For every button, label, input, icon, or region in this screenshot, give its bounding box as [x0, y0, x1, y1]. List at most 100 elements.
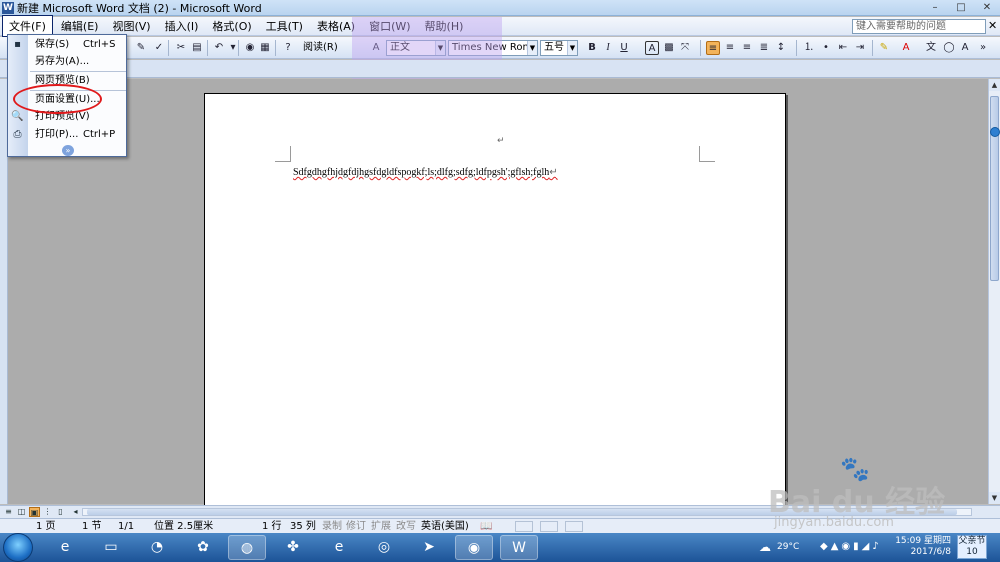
toolbar-options-icon[interactable]: »	[976, 41, 990, 55]
horizontal-scroll-track[interactable]	[82, 508, 972, 516]
calendar-badge[interactable]: 父亲节 10	[957, 535, 987, 559]
align-center-icon[interactable]: ≡	[723, 41, 737, 55]
print-layout-icon[interactable]: ▣	[29, 507, 40, 517]
window-title: 新建 Microsoft Word 文档 (2) - Microsoft Wor…	[17, 1, 262, 15]
document-body-text[interactable]: Sdfgdhgfhjdgfdjhgsfdgldfspogkf;ls;dlfg;s…	[293, 167, 558, 178]
wechat-icon[interactable]: ◉	[455, 535, 493, 560]
phonetic-guide-icon[interactable]: 文	[924, 41, 938, 55]
reading-mode-button[interactable]: 阅读(R)	[300, 40, 341, 56]
vertical-scrollbar[interactable]: ▲ ▼	[988, 79, 1000, 504]
styles-pane-icon[interactable]: A	[369, 41, 383, 55]
file-explorer-icon[interactable]: ▭	[92, 535, 130, 560]
browser-icon[interactable]: ◔	[138, 535, 176, 560]
word-taskbar-icon[interactable]: W	[500, 535, 538, 560]
outline-view-icon[interactable]: ⋮	[42, 507, 53, 517]
status-track-changes[interactable]: 修订	[346, 520, 366, 533]
menu-item-label: 网页预览(B)	[35, 75, 90, 86]
highlight-icon[interactable]: ✎	[877, 41, 891, 55]
font-value: Times New Roman	[452, 42, 538, 53]
menu-expand-icon[interactable]: »	[62, 145, 74, 156]
menu-item-print[interactable]: ⎙ 打印(P)... Ctrl+P	[8, 126, 126, 143]
status-overtype[interactable]: 改写	[396, 520, 416, 533]
undo-icon[interactable]: ↶	[212, 41, 226, 55]
menu-tools[interactable]: 工具(T)	[260, 16, 309, 36]
horizontal-scroll-thumb[interactable]	[87, 509, 957, 515]
start-button[interactable]	[3, 533, 33, 562]
menu-item-web-preview[interactable]: 网页预览(B)	[8, 72, 126, 89]
reading-view-icon[interactable]: ▯	[55, 507, 66, 517]
numbering-icon[interactable]: ⒈	[802, 41, 816, 55]
status-bar: 1 页 1 节 1/1 位置 2.5厘米 1 行 35 列 录制 修订 扩展 改…	[0, 518, 1000, 533]
ie-icon[interactable]: e	[46, 535, 84, 560]
help-close-icon[interactable]: ✕	[988, 19, 997, 32]
bullets-icon[interactable]: •	[819, 41, 833, 55]
font-color-button[interactable]: A	[899, 41, 913, 55]
messenger-icon[interactable]: ➤	[410, 535, 448, 560]
status-language[interactable]: 英语(美国)	[421, 520, 469, 533]
align-left-icon[interactable]: ≡	[706, 41, 720, 55]
maximize-button[interactable]: □	[948, 0, 974, 16]
table-icon[interactable]: ▦	[258, 41, 272, 55]
select-browse-object-icon[interactable]	[990, 127, 1000, 137]
font-size-select[interactable]: 五号 ▼	[540, 40, 578, 56]
cloud-app-icon[interactable]: ✤	[274, 535, 312, 560]
scrollbar-thumb[interactable]	[990, 96, 999, 281]
paragraph-mark: ↵	[549, 167, 558, 178]
web-view-icon[interactable]: ◫	[16, 507, 27, 517]
menu-item-page-setup[interactable]: 页面设置(U)...	[8, 91, 126, 108]
font-select[interactable]: Times New Roman ▼	[448, 40, 538, 56]
menu-insert[interactable]: 插入(I)	[159, 16, 205, 36]
spelling-icon[interactable]: ✓	[152, 41, 166, 55]
tray-icons[interactable]: ◆▲◉▮◢♪	[820, 541, 882, 552]
clock[interactable]: 15:09 星期四 2017/6/8	[895, 536, 951, 558]
menu-item-save-as[interactable]: 另存为(A)...	[8, 53, 126, 70]
hyperlink-icon[interactable]: ◉	[243, 41, 257, 55]
document-page[interactable]: ↵ Sdfgdhgfhjdgfdjhgsfdgldfspogkf;ls;dlfg…	[204, 93, 786, 506]
decrease-indent-icon[interactable]: ⇤	[836, 41, 850, 55]
char-border-button[interactable]: A	[645, 41, 659, 55]
enclose-char-icon[interactable]: ◯	[942, 41, 956, 55]
menu-table[interactable]: 表格(A)	[311, 16, 361, 36]
ie-alt-icon[interactable]: e	[320, 535, 358, 560]
align-right-icon[interactable]: ≡	[740, 41, 754, 55]
char-scale-icon[interactable]: ⤧	[678, 41, 692, 55]
scroll-left-icon[interactable]: ◂	[70, 507, 81, 517]
spelling-status-icon[interactable]: 📖	[480, 520, 492, 533]
bold-button[interactable]: B	[585, 41, 599, 55]
font-size-value: 五号	[544, 42, 564, 53]
help-search-input[interactable]: 键入需要帮助的问题	[852, 19, 986, 34]
clock-time: 15:09 星期四	[895, 536, 951, 546]
firefox-icon[interactable]: ◍	[228, 535, 266, 560]
status-record[interactable]: 录制	[322, 520, 342, 533]
paint-icon[interactable]: ✿	[184, 535, 222, 560]
title-bar: W 新建 Microsoft Word 文档 (2) - Microsoft W…	[0, 0, 1000, 16]
paste-icon[interactable]: ▤	[190, 41, 204, 55]
char-shading-icon[interactable]: ▩	[662, 41, 676, 55]
increase-indent-icon[interactable]: ⇥	[853, 41, 867, 55]
minimize-button[interactable]: –	[922, 0, 948, 16]
menu-help[interactable]: 帮助(H)	[419, 16, 470, 36]
normal-view-icon[interactable]: ≡	[3, 507, 14, 517]
word-app-icon[interactable]: W	[2, 1, 14, 14]
scroll-down-icon[interactable]: ▼	[989, 492, 1000, 504]
help-icon[interactable]: ?	[281, 41, 295, 55]
grow-font-icon[interactable]: A	[958, 41, 972, 55]
underline-button[interactable]: U	[617, 41, 631, 55]
justify-icon[interactable]: ≣	[757, 41, 771, 55]
cut-icon[interactable]: ✂	[174, 41, 188, 55]
italic-button[interactable]: I	[601, 41, 615, 55]
format-painter-icon[interactable]: ✎	[134, 41, 148, 55]
style-select[interactable]: 正文 ▼	[386, 40, 446, 56]
menu-format[interactable]: 格式(O)	[206, 16, 257, 36]
close-button[interactable]: ✕	[974, 0, 1000, 16]
status-extend[interactable]: 扩展	[371, 520, 391, 533]
scroll-up-icon[interactable]: ▲	[989, 79, 1000, 91]
menu-view[interactable]: 视图(V)	[106, 16, 156, 36]
menu-item-print-preview[interactable]: 🔍 打印预览(V)	[8, 108, 126, 125]
line-spacing-icon[interactable]: ↕	[774, 41, 788, 55]
menu-window[interactable]: 窗口(W)	[363, 16, 416, 36]
menu-item-save[interactable]: ▪ 保存(S) Ctrl+S	[8, 36, 126, 53]
menu-edit[interactable]: 编辑(E)	[55, 16, 105, 36]
chrome-icon[interactable]: ◎	[365, 535, 403, 560]
weather-icon[interactable]: ☁	[759, 540, 771, 554]
